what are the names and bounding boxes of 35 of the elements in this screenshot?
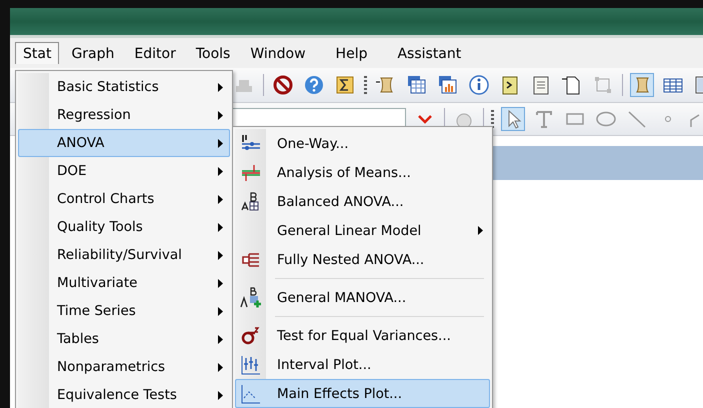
menu-item[interactable]: Nonparametrics	[18, 353, 230, 381]
menu-item[interactable]: Help	[328, 42, 376, 64]
menu-item[interactable]: Tables	[18, 325, 230, 353]
main-effects-icon	[240, 382, 262, 404]
menu-item[interactable]: Control Charts	[18, 185, 230, 213]
menu-item[interactable]: One-Way...	[235, 129, 490, 158]
help-icon[interactable]	[302, 73, 326, 97]
menu-item[interactable]: Window	[242, 42, 314, 64]
info-icon[interactable]	[467, 73, 491, 97]
menu-item[interactable]: General Linear Model	[235, 216, 490, 245]
script-icon[interactable]	[630, 73, 654, 97]
menu-item[interactable]: Tools	[188, 42, 238, 64]
no-sign-icon[interactable]	[271, 73, 295, 97]
menu-item[interactable]: Analysis of Means...	[235, 158, 490, 187]
menu-item[interactable]: Interval Plot...	[235, 350, 490, 379]
pointer-icon[interactable]	[501, 107, 525, 131]
menu-item[interactable]: Fully Nested ANOVA...	[235, 245, 490, 274]
menu-item[interactable]: DOE	[18, 157, 230, 185]
menu-item[interactable]: ANOVA	[18, 129, 230, 157]
menu-item[interactable]: General MANOVA...	[235, 283, 490, 312]
menu-item[interactable]: Reliability/Survival	[18, 241, 230, 269]
menu-item[interactable]: Balanced ANOVA...	[235, 187, 490, 216]
menu-item[interactable]: Quality Tools	[18, 213, 230, 241]
menu-item[interactable]: Assistant	[389, 42, 470, 64]
menu-item[interactable]: Equivalence Tests	[18, 381, 230, 408]
menu-item[interactable]: Graph	[63, 42, 122, 64]
menu-item[interactable]: Test for Equal Variances...	[235, 321, 490, 350]
menu-item[interactable]: Editor	[126, 42, 184, 64]
sigma-squared-icon	[240, 324, 262, 346]
interval-plot-icon	[240, 354, 262, 376]
manova-icon	[240, 286, 262, 308]
menu-item[interactable]: Main Effects Plot...	[235, 379, 490, 408]
menu-item[interactable]: Stat	[15, 42, 60, 64]
menu-item[interactable]: Time Series	[18, 297, 230, 325]
menu-item[interactable]: Multivariate	[18, 269, 230, 297]
